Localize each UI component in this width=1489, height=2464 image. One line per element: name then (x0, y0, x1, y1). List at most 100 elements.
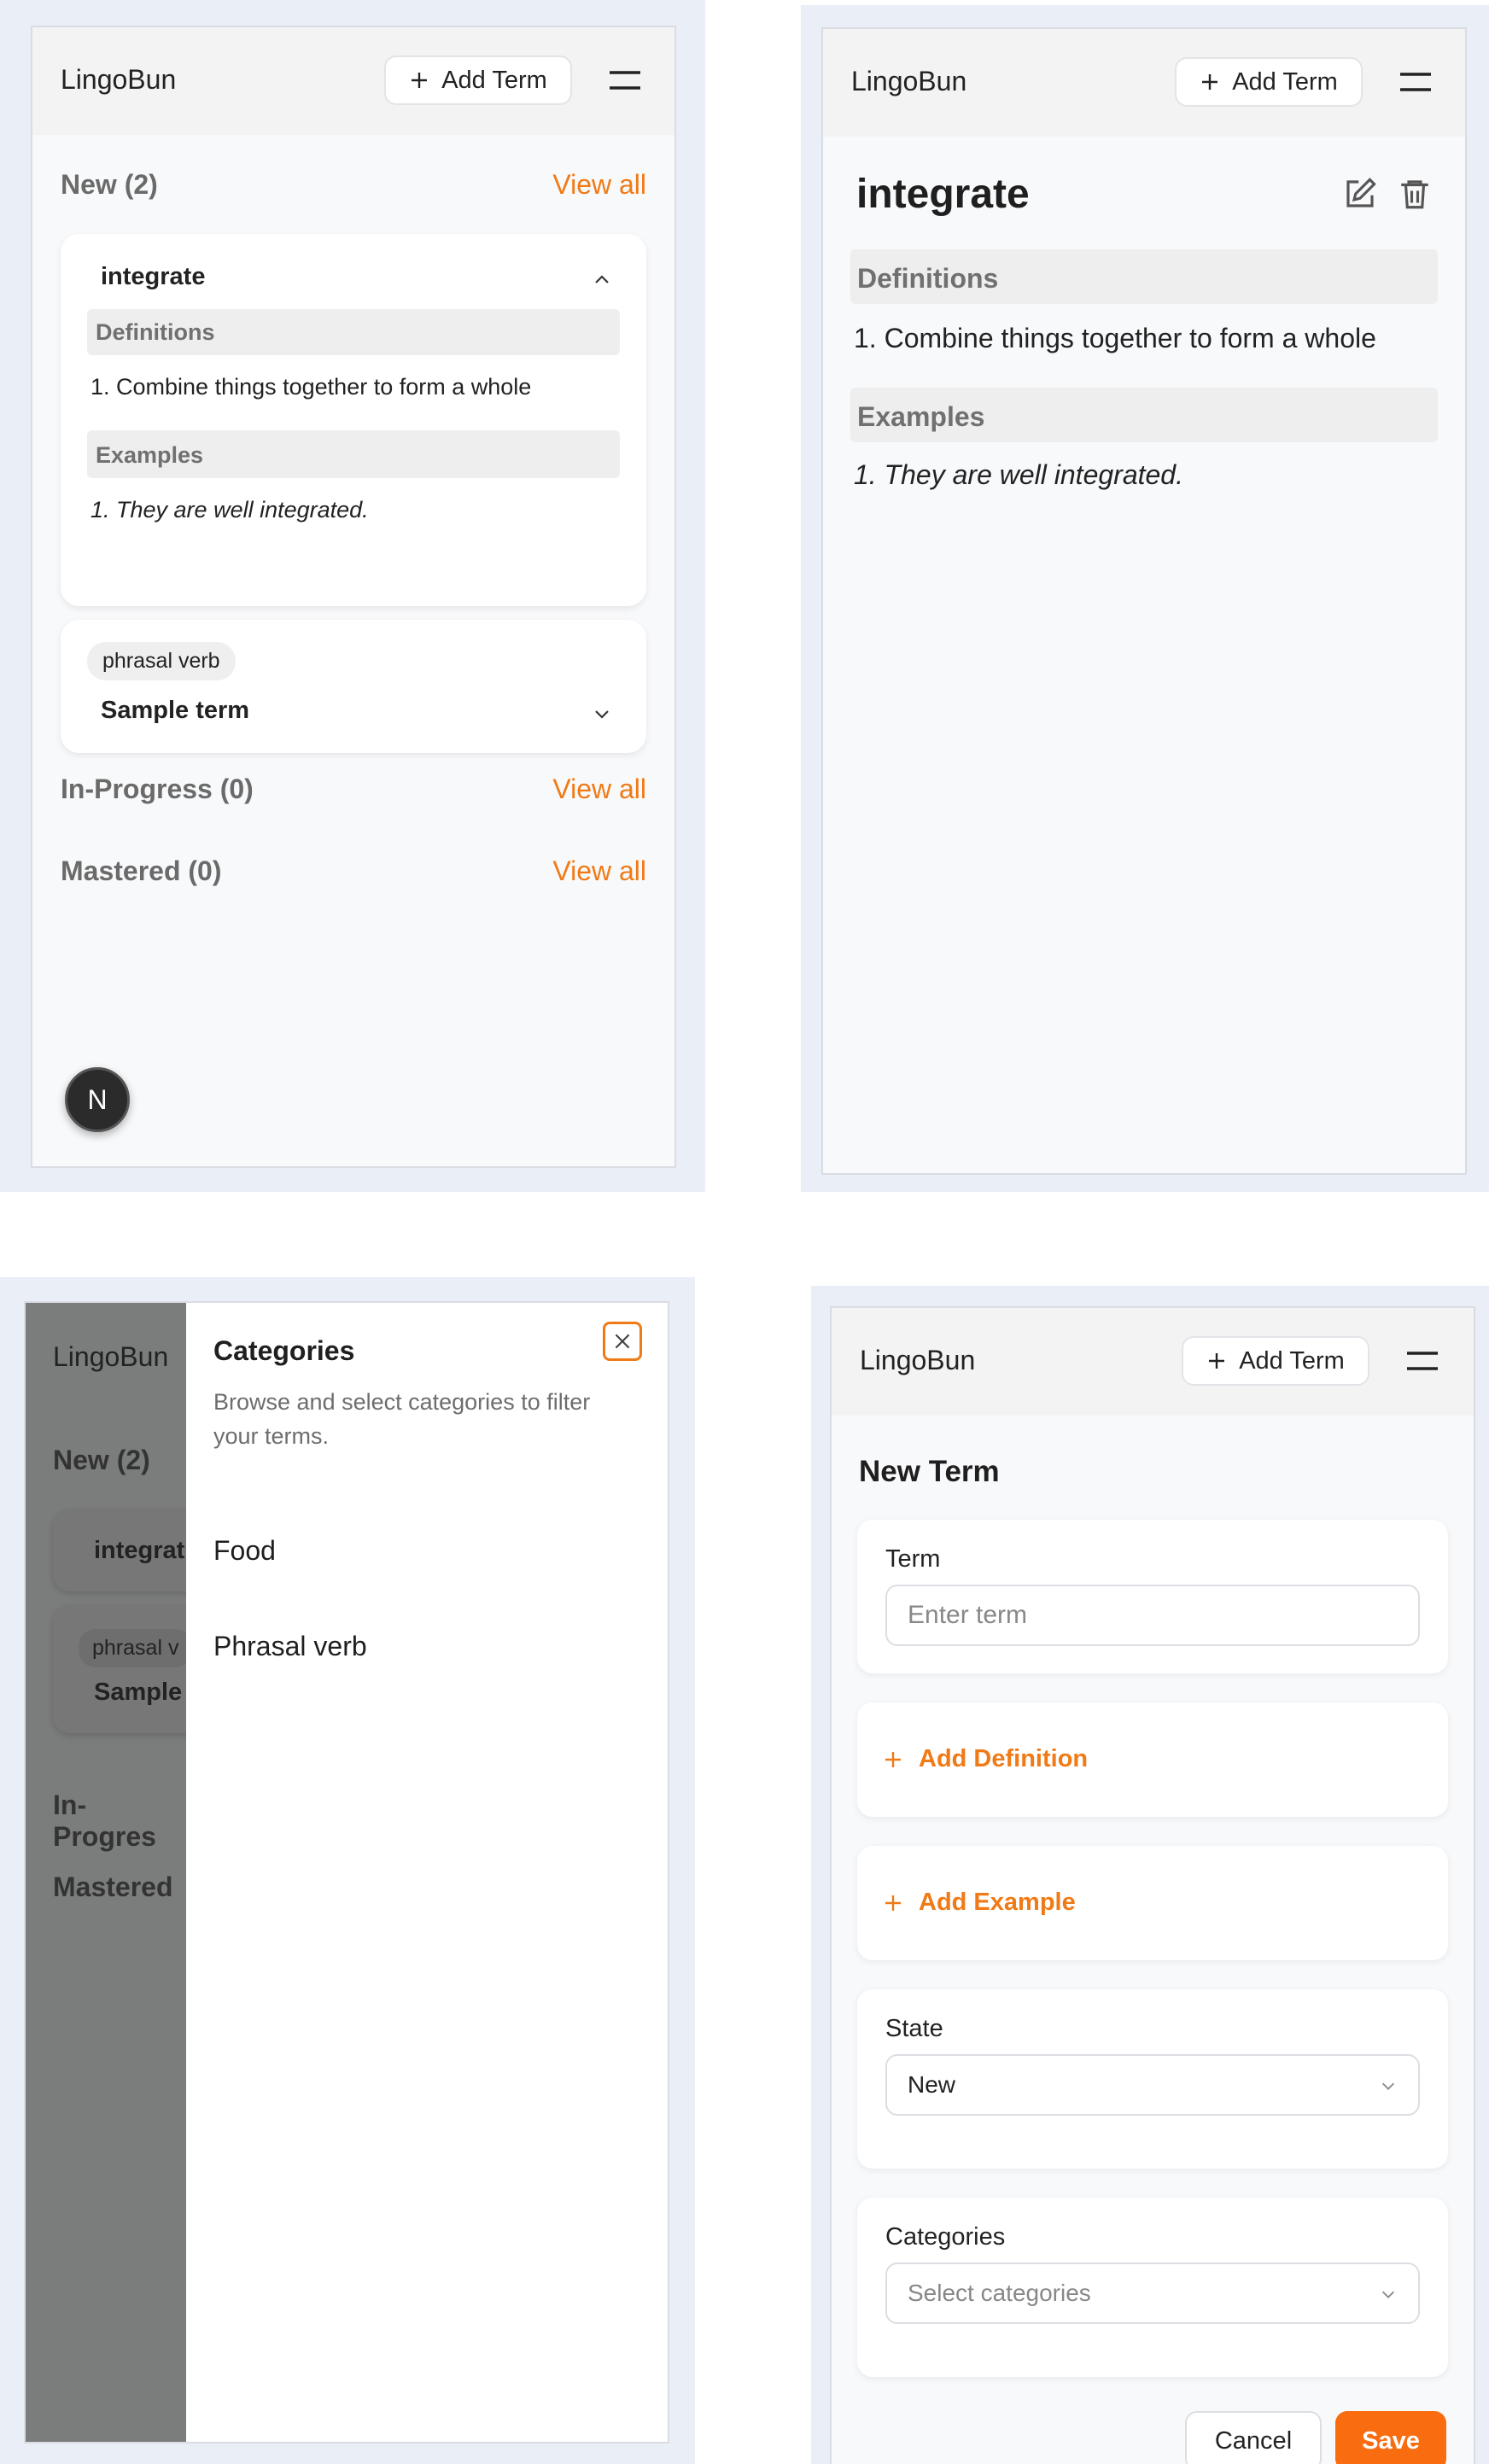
section-mastered-heading: Mastered (0) (61, 855, 222, 886)
close-button[interactable] (603, 1322, 642, 1361)
term-title: integrate (101, 263, 206, 290)
plus-icon (1209, 1353, 1225, 1369)
close-icon (615, 1334, 630, 1349)
term-title: integrat (94, 1537, 185, 1564)
save-label: Save (1362, 2426, 1420, 2455)
term-card: integrat (53, 1509, 186, 1591)
menu-icon[interactable] (1398, 67, 1433, 97)
app-title: LingoBun (860, 1345, 976, 1375)
new-term-panel: LingoBun Add Term New Term Term Enter te… (811, 1286, 1489, 2464)
category-badge: phrasal verb (87, 642, 236, 680)
categories-placeholder: Select categories (908, 2280, 1091, 2306)
categories-select[interactable]: Select categories (885, 2263, 1420, 2324)
chevron-down-icon (1381, 2082, 1395, 2090)
section-in-progress-heading: In-Progress (0) (61, 774, 254, 804)
app-title: LingoBun (53, 1341, 169, 1372)
plus-icon (885, 1895, 901, 1911)
state-field-card: State New (857, 1989, 1448, 2169)
avatar-letter: N (87, 1083, 108, 1115)
add-term-label: Add Term (1239, 1346, 1345, 1375)
categories-label: Categories (885, 2223, 1006, 2251)
term-card-collapsed[interactable]: phrasal verb Sample term (61, 620, 646, 753)
drawer-title: Categories (213, 1335, 355, 1366)
term-label: Term (885, 1545, 941, 1573)
cancel-button[interactable]: Cancel (1185, 2411, 1322, 2464)
menu-icon[interactable] (608, 65, 642, 96)
state-select[interactable]: New (885, 2054, 1420, 2116)
categories-drawer: Categories Browse and select categories … (186, 1303, 668, 2442)
section-in-progress-heading: In-Progres (53, 1790, 156, 1852)
definitions-header: Definitions (850, 249, 1438, 304)
examples-header: Examples (850, 388, 1438, 442)
avatar[interactable]: N (65, 1067, 130, 1132)
category-item-food[interactable]: Food (213, 1535, 276, 1567)
top-bar: LingoBun Add Term (32, 27, 674, 135)
drawer-description: Browse and select categories to filter y… (213, 1389, 591, 1449)
form-heading: New Term (859, 1455, 1000, 1488)
category-badge: phrasal v (79, 1629, 186, 1667)
save-button[interactable]: Save (1335, 2411, 1446, 2464)
state-label: State (885, 2015, 943, 2042)
view-all-new-link[interactable]: View all (552, 169, 646, 201)
phone-frame: LingoBun New (2) integrat phrasal v Samp… (24, 1301, 669, 2444)
section-mastered-heading: Mastered (53, 1871, 173, 1902)
section-new-heading: New (2) (53, 1445, 150, 1475)
plus-icon (885, 1751, 901, 1767)
term-title: Sample term (101, 697, 250, 724)
phone-frame: LingoBun Add Term New (2) View all integ… (31, 26, 676, 1168)
add-term-button[interactable]: Add Term (1175, 57, 1363, 107)
plus-icon (1202, 74, 1218, 90)
definitions-label: Definitions (96, 319, 215, 345)
phone-frame: LingoBun Add Term New Term Term Enter te… (830, 1306, 1475, 2464)
edit-icon[interactable] (1342, 176, 1378, 212)
add-example-button[interactable]: Add Example (883, 1889, 1076, 1917)
cancel-label: Cancel (1214, 2426, 1293, 2455)
chevron-down-icon[interactable] (592, 704, 612, 724)
add-example-label: Add Example (919, 1889, 1076, 1916)
example-item: 1. They are well integrated. (854, 459, 1183, 490)
examples-header: Examples (87, 430, 620, 478)
definitions-header: Definitions (87, 309, 620, 355)
definitions-label: Definitions (857, 263, 999, 294)
app-title: LingoBun (851, 66, 967, 96)
term-card-expanded[interactable]: integrate Definitions 1. Combine things … (61, 234, 646, 606)
term-heading: integrate (856, 172, 1030, 217)
add-definition-card: Add Definition (857, 1702, 1448, 1817)
trash-icon[interactable] (1397, 176, 1433, 212)
term-detail-panel: LingoBun Add Term integrate Definitions … (801, 5, 1489, 1192)
add-definition-label: Add Definition (919, 1745, 1089, 1772)
plus-icon (412, 73, 428, 88)
category-item-phrasal-verb[interactable]: Phrasal verb (213, 1631, 367, 1662)
term-card: phrasal v Sample (53, 1605, 186, 1733)
example-item: 1. They are well integrated. (91, 497, 369, 523)
top-bar: LingoBun Add Term (823, 29, 1465, 137)
add-definition-button[interactable]: Add Definition (883, 1745, 1088, 1773)
term-title: Sample (94, 1679, 183, 1706)
add-example-card: Add Example (857, 1846, 1448, 1960)
categories-drawer-panel: LingoBun New (2) integrat phrasal v Samp… (0, 1277, 695, 2464)
state-value: New (908, 2071, 956, 2098)
app-title: LingoBun (61, 64, 177, 95)
chevron-up-icon[interactable] (592, 270, 612, 290)
add-term-button[interactable]: Add Term (1182, 1336, 1369, 1386)
home-screen-panel: LingoBun Add Term New (2) View all integ… (0, 0, 705, 1192)
dimmed-overlay[interactable]: LingoBun New (2) integrat phrasal v Samp… (26, 1303, 186, 2442)
examples-label: Examples (857, 401, 985, 432)
definition-item: 1. Combine things together to form a who… (854, 323, 1376, 353)
section-new-heading: New (2) (61, 169, 158, 200)
add-term-button[interactable]: Add Term (384, 55, 572, 105)
menu-icon[interactable] (1405, 1346, 1439, 1376)
definition-item: 1. Combine things together to form a who… (91, 374, 532, 400)
view-all-in-progress-link[interactable]: View all (552, 774, 646, 805)
chevron-down-icon (1381, 2291, 1395, 2298)
add-term-label: Add Term (441, 66, 547, 94)
phone-frame: LingoBun Add Term integrate Definitions … (821, 27, 1467, 1175)
term-placeholder: Enter term (908, 1601, 1028, 1629)
term-input[interactable]: Enter term (885, 1585, 1420, 1646)
view-all-mastered-link[interactable]: View all (552, 855, 646, 887)
term-field-card: Term Enter term (857, 1520, 1448, 1673)
add-term-label: Add Term (1232, 67, 1338, 96)
categories-field-card: Categories Select categories (857, 2198, 1448, 2377)
examples-label: Examples (96, 442, 204, 468)
top-bar: LingoBun Add Term (832, 1308, 1474, 1416)
